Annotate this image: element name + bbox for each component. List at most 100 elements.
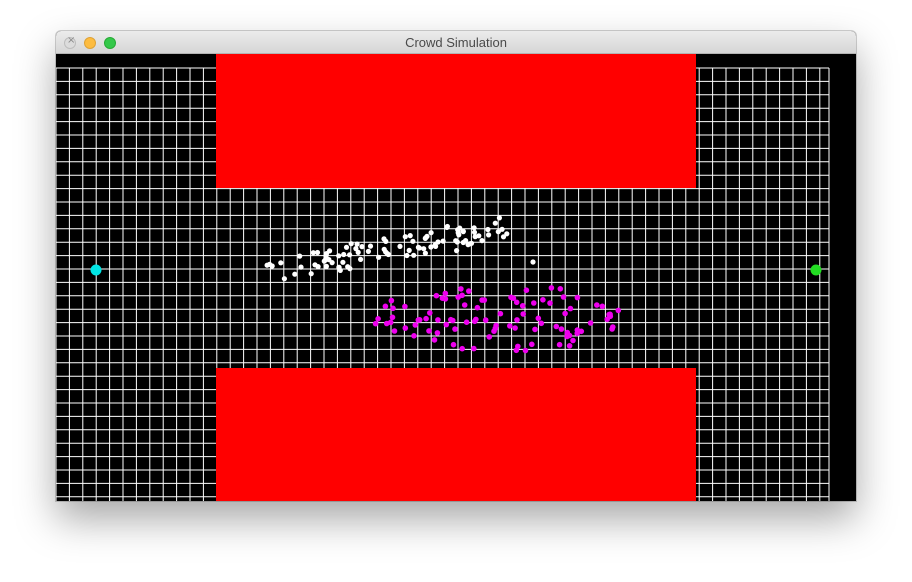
agent-magenta	[452, 326, 458, 332]
agent-magenta	[560, 294, 567, 300]
agent-magenta	[557, 286, 564, 292]
agent-magenta	[520, 311, 526, 317]
agent-white	[460, 228, 466, 234]
agent-white	[402, 234, 408, 240]
agent-magenta	[450, 341, 457, 348]
agent-white	[327, 248, 333, 254]
app-window: Crowd Simulation	[56, 31, 856, 501]
agent-white	[428, 230, 434, 236]
agent-white	[353, 246, 359, 252]
agent-magenta	[482, 317, 489, 323]
agent-white	[406, 247, 412, 253]
agent-magenta	[416, 317, 423, 323]
agent-magenta	[433, 292, 440, 299]
agent-white	[345, 264, 351, 270]
simulation-svg	[56, 54, 856, 501]
agent-white	[444, 224, 450, 230]
agent-white	[359, 244, 365, 250]
agent-white	[292, 271, 298, 277]
agent-magenta	[574, 294, 581, 301]
agent-magenta	[547, 300, 553, 306]
agent-magenta	[562, 310, 568, 317]
agent-magenta	[523, 287, 530, 293]
goal-right	[810, 264, 822, 276]
agent-magenta	[567, 305, 574, 312]
agent-white	[465, 242, 471, 248]
agent-white	[471, 225, 477, 231]
agent-magenta	[389, 314, 396, 321]
agent-magenta	[439, 295, 446, 301]
agent-white	[336, 253, 342, 259]
agent-magenta	[387, 319, 394, 326]
agent-white	[323, 254, 329, 260]
agent-magenta	[535, 315, 542, 322]
agent-white	[347, 252, 353, 258]
agent-white	[422, 250, 428, 256]
agent-white	[440, 238, 446, 244]
agent-magenta	[548, 285, 555, 291]
agent-magenta	[458, 286, 464, 292]
agent-white	[381, 246, 387, 252]
agent-white	[354, 241, 360, 247]
agent-magenta	[463, 319, 470, 326]
agent-white	[479, 238, 485, 244]
agent-white	[358, 256, 364, 262]
agent-magenta	[435, 317, 441, 323]
agent-magenta	[427, 310, 433, 316]
agent-magenta	[599, 303, 606, 310]
agent-magenta	[513, 347, 520, 354]
agent-white	[454, 248, 460, 254]
agent-magenta	[532, 326, 538, 333]
agent-white	[297, 253, 303, 259]
simulation-canvas[interactable]	[56, 54, 856, 501]
agent-white	[500, 234, 507, 240]
agent-magenta	[412, 322, 419, 328]
agent-magenta	[402, 325, 409, 331]
agent-white	[381, 236, 387, 242]
agent-magenta	[587, 320, 594, 326]
agent-white	[314, 249, 321, 256]
agent-magenta	[473, 316, 479, 323]
agent-magenta	[507, 323, 513, 329]
agent-magenta	[564, 333, 570, 340]
agent-magenta	[391, 328, 398, 334]
agent-magenta	[471, 345, 477, 352]
agent-magenta	[556, 341, 563, 348]
agent-white	[530, 259, 536, 265]
agent-magenta	[538, 320, 545, 327]
agent-white	[348, 241, 354, 247]
obstacle-top	[216, 54, 696, 188]
goal-left	[90, 264, 102, 276]
agent-white	[453, 238, 459, 244]
agent-white	[281, 276, 287, 282]
agent-white	[404, 252, 410, 259]
agent-magenta	[443, 321, 450, 328]
agent-white	[411, 252, 417, 258]
agent-white	[424, 233, 430, 239]
agent-magenta	[426, 328, 432, 334]
agent-white	[495, 229, 501, 235]
agent-magenta	[522, 347, 529, 354]
agent-white	[415, 244, 421, 250]
agent-white	[428, 244, 434, 250]
agent-magenta	[529, 341, 535, 348]
agent-magenta	[606, 311, 612, 318]
agent-magenta	[497, 310, 504, 317]
agent-magenta	[442, 290, 449, 297]
agent-magenta	[540, 297, 546, 303]
agent-magenta	[512, 325, 518, 331]
agent-magenta	[450, 317, 456, 324]
agent-magenta	[531, 300, 537, 306]
agent-magenta	[566, 343, 573, 349]
agent-white	[376, 254, 382, 260]
agent-white	[407, 233, 413, 239]
agent-white	[308, 271, 314, 277]
agent-white	[492, 220, 498, 226]
agent-magenta	[479, 297, 485, 303]
title-bar[interactable]: Crowd Simulation	[56, 31, 856, 54]
agent-white	[397, 243, 403, 249]
agent-magenta	[388, 297, 395, 304]
agent-magenta	[423, 315, 429, 322]
agent-white	[496, 215, 502, 221]
agent-white	[329, 260, 335, 266]
